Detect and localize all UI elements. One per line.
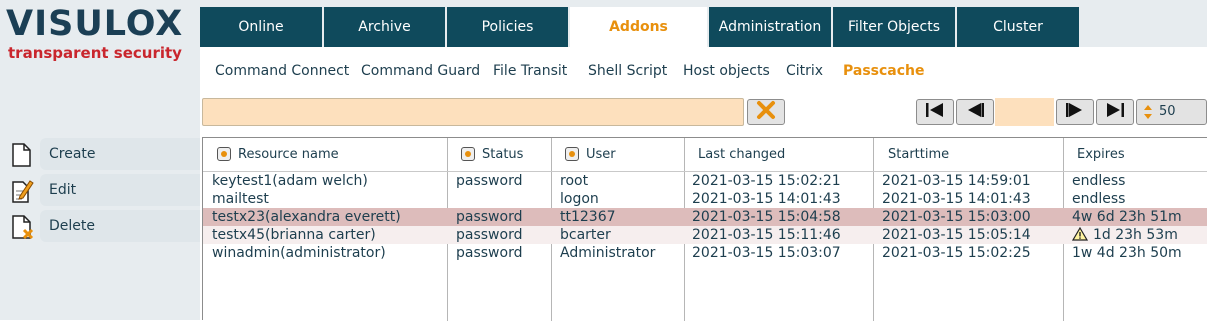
cell-status: password [456,227,523,243]
last-page-icon [1104,102,1126,122]
table-row-selected[interactable]: testx23(alexandra everett) password tt12… [203,208,1207,226]
page-input[interactable] [995,98,1054,126]
tab-policies[interactable]: Policies [447,7,568,47]
cell-resource: testx45(brianna carter) [212,227,376,243]
cell-starttime: 2021-03-15 14:59:01 [882,173,1031,189]
sort-radio-icon[interactable] [461,146,475,161]
logo-title: VISULOX [6,4,184,44]
last-page-button[interactable] [1096,99,1134,125]
cell-user: root [560,173,589,189]
header-label: Status [482,147,524,162]
next-page-button[interactable] [1056,99,1094,125]
table-row[interactable]: testx45(brianna carter) password bcarter… [203,226,1207,244]
header-resource-name[interactable]: Resource name [217,138,339,171]
cell-expires: 1d 23h 53m [1071,226,1178,246]
header-user[interactable]: User [565,138,616,171]
subtab-command-guard[interactable]: Command Guard [361,62,480,80]
edit-button[interactable]: Edit [0,174,200,206]
subtab-passcache[interactable]: Passcache [843,62,925,80]
cell-user: logon [560,191,599,207]
cell-user: tt12367 [560,209,616,225]
cell-expires: 1w 4d 23h 50m [1072,245,1182,261]
cell-last-changed: 2021-03-15 15:04:58 [692,209,841,225]
cell-status: password [456,245,523,261]
tab-cluster[interactable]: Cluster [957,7,1079,47]
table-row[interactable]: mailtest logon 2021-03-15 14:01:43 2021-… [203,190,1207,208]
tab-online[interactable]: Online [200,7,322,47]
filter-input[interactable] [202,98,744,126]
cell-expires: endless [1072,173,1126,189]
subtab-command-connect[interactable]: Command Connect [215,62,349,80]
cell-status: password [456,209,523,225]
cell-starttime: 2021-03-15 14:01:43 [882,191,1031,207]
logo-subtitle: transparent security [8,44,182,62]
cell-expires: endless [1072,191,1126,207]
cell-resource: mailtest [212,191,269,207]
prev-page-button[interactable] [956,99,994,125]
header-last-changed[interactable]: Last changed [698,138,785,171]
header-status[interactable]: Status [461,138,523,171]
cell-resource: keytest1(adam welch) [212,173,368,189]
delete-label: Delete [40,210,200,242]
header-starttime[interactable]: Starttime [888,138,949,171]
tab-archive[interactable]: Archive [324,7,445,47]
cell-last-changed: 2021-03-15 15:02:21 [692,173,841,189]
cell-last-changed: 2021-03-15 15:11:46 [692,227,841,243]
subtab-shell-script[interactable]: Shell Script [588,62,667,80]
table-row[interactable]: winadmin(administrator) password Adminis… [203,244,1207,262]
cell-last-changed: 2021-03-15 14:01:43 [692,191,841,207]
create-button[interactable]: Create [0,138,200,170]
clear-x-icon [756,100,776,124]
cell-resource: winadmin(administrator) [212,245,386,261]
page-size-value: 50 [1159,104,1176,119]
tab-administration[interactable]: Administration [709,7,831,47]
edit-label: Edit [40,174,200,206]
header-label: User [586,147,616,162]
passcache-table: Resource name Status User Last changed S… [202,137,1207,321]
cell-user: Administrator [560,245,656,261]
create-label: Create [40,138,200,170]
cell-starttime: 2021-03-15 15:02:25 [882,245,1031,261]
first-page-button[interactable] [916,99,954,125]
delete-button[interactable]: Delete [0,210,200,242]
cell-starttime: 2021-03-15 15:03:00 [882,209,1031,225]
first-page-icon [924,102,946,122]
tab-filter-objects[interactable]: Filter Objects [833,7,955,47]
subtab-citrix[interactable]: Citrix [786,62,823,80]
expires-text: 1d 23h 53m [1093,227,1178,243]
subtab-file-transit[interactable]: File Transit [493,62,567,80]
header-label: Resource name [238,147,339,162]
cell-last-changed: 2021-03-15 15:03:07 [692,245,841,261]
cell-resource: testx23(alexandra everett) [212,209,401,225]
header-expires[interactable]: Expires [1077,138,1125,171]
left-panel: VISULOX transparent security Create Edit [0,0,200,320]
delete-document-icon [10,214,34,240]
sort-radio-icon[interactable] [217,146,231,161]
cell-starttime: 2021-03-15 15:05:14 [882,227,1031,243]
main-tabbar: Online Archive Policies Addons Administr… [200,0,1207,47]
table-row[interactable]: keytest1(adam welch) password root 2021-… [203,172,1207,190]
cell-expires: 4w 6d 23h 51m [1072,209,1182,225]
cell-user: bcarter [560,227,611,243]
next-page-icon [1064,102,1086,122]
subtab-host-objects[interactable]: Host objects [683,62,770,80]
prev-page-icon [964,102,986,122]
up-down-arrows-icon [1143,104,1153,129]
edit-document-icon [10,178,34,204]
sort-radio-icon[interactable] [565,146,579,161]
page-size-select[interactable]: 50 [1136,99,1207,125]
tab-addons[interactable]: Addons [570,7,707,47]
clear-filter-button[interactable] [747,99,785,125]
cell-status: password [456,173,523,189]
create-document-icon [10,142,34,168]
